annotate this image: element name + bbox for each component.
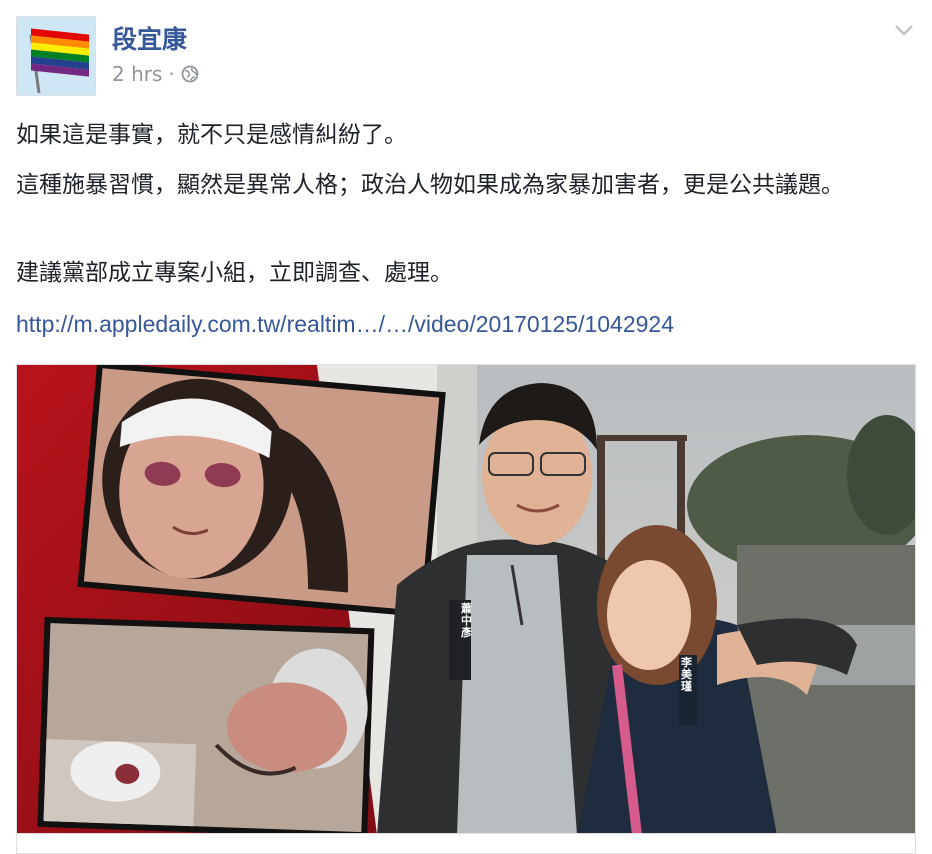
- name-tag-man: 蕭中彥: [461, 602, 472, 639]
- link-preview-footer[interactable]: [16, 834, 916, 854]
- name-tag-woman: 李美瑾: [681, 656, 692, 693]
- timestamp[interactable]: 2 hrs: [112, 62, 162, 86]
- post-meta: 2 hrs ·: [112, 62, 199, 86]
- author-name[interactable]: 段宜康: [112, 20, 187, 56]
- news-photo-illustration: [17, 365, 915, 833]
- post-paragraph: 這種施暴習慣，顯然是異常人格；政治人物如果成為家暴加害者，更是公共議題。: [16, 172, 844, 198]
- shared-photo[interactable]: 蕭中彥 李美瑾: [16, 364, 916, 834]
- avatar[interactable]: [16, 16, 96, 96]
- globe-icon[interactable]: [181, 65, 199, 83]
- chevron-down-icon[interactable]: [894, 22, 914, 36]
- meta-separator: ·: [168, 62, 175, 86]
- post-paragraph: 如果這是事實，就不只是感情糾紛了。: [16, 122, 407, 148]
- post-paragraph: 建議黨部成立專案小組，立即調查、處理。: [16, 260, 453, 286]
- article-link[interactable]: http://m.appledaily.com.tw/realtim…/…/vi…: [16, 306, 674, 343]
- rainbow-flag-icon: [17, 17, 95, 95]
